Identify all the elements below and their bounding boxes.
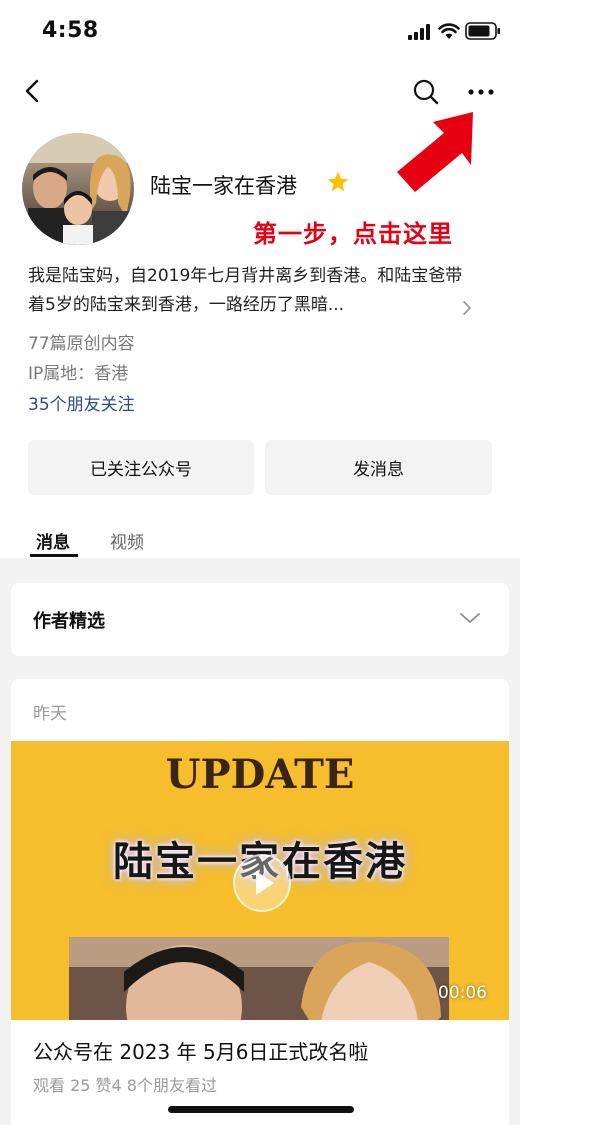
home-indicator — [168, 1106, 354, 1113]
video-duration: 00:06 — [438, 983, 487, 1003]
chevron-left-icon[interactable] — [18, 76, 48, 106]
phone-screen: 4:58 陆宝一家在香港 第一步，点击这里 我是陆宝妈，自2019年七月背井离乡… — [0, 0, 520, 1125]
ip-location: IP属地：香港 — [28, 364, 129, 384]
status-bar: 4:58 — [0, 0, 520, 62]
battery-icon — [465, 22, 500, 40]
video-thumbnail[interactable]: UPDATE 陆宝一家在香港 00:06 — [11, 741, 509, 1020]
post-card: 昨天 UPDATE 陆宝一家在香港 00:06 公众号在 2023 年 5月6日… — [11, 679, 509, 1125]
active-tab-indicator — [30, 554, 78, 557]
send-message-button[interactable]: 发消息 — [265, 440, 492, 495]
tab-videos[interactable]: 视频 — [110, 528, 144, 553]
status-time: 4:58 — [42, 18, 99, 43]
signal-icon — [408, 24, 430, 40]
video-text-update: UPDATE — [165, 751, 355, 798]
annotation-text: 第一步，点击这里 — [253, 220, 453, 248]
post-title[interactable]: 公众号在 2023 年 5月6日正式改名啦 — [33, 1036, 368, 1065]
search-icon[interactable] — [412, 78, 440, 106]
post-stats: 观看 25 赞4 8个朋友看过 — [33, 1076, 217, 1095]
post-date: 昨天 — [33, 704, 67, 724]
chevron-right-icon[interactable] — [460, 299, 474, 317]
author-picks-card[interactable]: 作者精选 — [11, 583, 509, 656]
original-count: 77篇原创内容 — [28, 334, 135, 354]
chevron-down-icon[interactable] — [459, 611, 481, 625]
annotation-arrow-icon — [397, 112, 473, 192]
video-photo — [69, 937, 449, 1020]
followed-button[interactable]: 已关注公众号 — [28, 440, 254, 495]
account-description[interactable]: 我是陆宝妈，自2019年七月背井离乡到香港。和陆宝爸带着5岁的陆宝来到香港，一路… — [28, 262, 474, 320]
friends-following-link[interactable]: 35个朋友关注 — [28, 390, 135, 415]
account-avatar[interactable] — [22, 133, 134, 245]
wifi-icon — [438, 23, 460, 39]
tab-messages[interactable]: 消息 — [36, 528, 70, 553]
more-dots-icon[interactable] — [466, 80, 496, 104]
star-icon — [327, 171, 349, 192]
account-name: 陆宝一家在香港 — [150, 174, 297, 198]
author-picks-title: 作者精选 — [33, 611, 105, 632]
play-icon[interactable] — [233, 854, 291, 912]
